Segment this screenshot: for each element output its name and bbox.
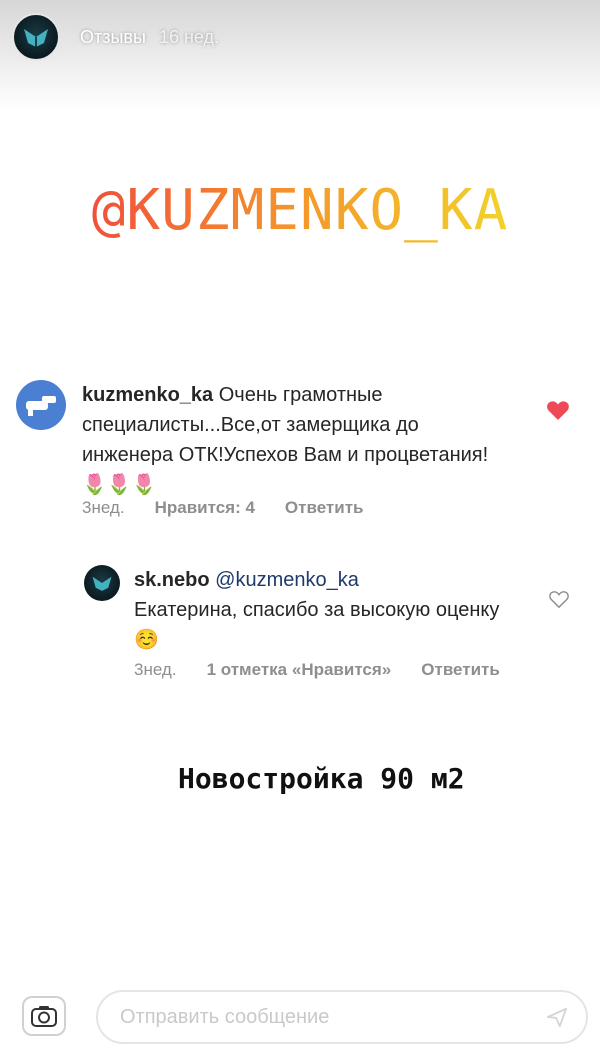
heart-filled-icon[interactable]	[546, 399, 570, 421]
reply-likes-button[interactable]: 1 отметка «Нравится»	[207, 660, 392, 680]
camera-icon	[31, 1006, 57, 1027]
reply-body: sk.nebo @kuzmenko_ka Екатерина, спасибо …	[134, 565, 504, 655]
message-input[interactable]	[96, 990, 588, 1044]
reply-time: 3нед.	[134, 660, 177, 679]
comment-likes-button[interactable]: Нравится: 4	[155, 498, 255, 518]
comment-username[interactable]: kuzmenko_ka	[82, 384, 213, 406]
reply-avatar[interactable]	[84, 565, 120, 601]
story-avatar[interactable]	[12, 13, 60, 61]
send-icon[interactable]	[546, 1006, 568, 1028]
reply-avatar-logo-icon	[92, 576, 112, 591]
comment-body: kuzmenko_ka Очень грамотные специалисты.…	[82, 380, 492, 500]
camera-button[interactable]	[22, 996, 66, 1036]
story-time: 16 нед.	[158, 26, 220, 47]
story-title: Отзывы 16 нед.	[80, 27, 219, 48]
story-avatar-logo-icon	[24, 29, 48, 47]
comment-reply-button[interactable]: Ответить	[285, 498, 364, 518]
reply-username[interactable]: sk.nebo	[134, 569, 210, 591]
handle-text: @KUZMENKO_KA	[91, 178, 509, 243]
reply-reply-button[interactable]: Ответить	[421, 660, 500, 680]
reply-mention[interactable]: @kuzmenko_ka	[215, 569, 359, 591]
story-header: Отзывы 16 нед.	[12, 12, 219, 62]
comment-meta: 3нед. Нравится: 4 Ответить	[82, 498, 393, 518]
handle-banner: @KUZMENKO_KA	[0, 178, 600, 243]
comment-avatar[interactable]	[16, 380, 66, 430]
story-title-text: Отзывы	[80, 26, 146, 47]
comment-avatar-icon	[26, 396, 56, 416]
comment-time: 3нед.	[82, 498, 125, 517]
reply-item: sk.nebo @kuzmenko_ka Екатерина, спасибо …	[84, 565, 534, 655]
story-caption: Новостройка 90 м2	[178, 762, 465, 795]
reply-text: Екатерина, спасибо за высокую оценку ☺️	[134, 599, 500, 651]
heart-outline-icon[interactable]	[548, 589, 570, 609]
reply-meta: 3нед. 1 отметка «Нравится» Ответить	[134, 660, 530, 680]
comment-item: kuzmenko_ka Очень грамотные специалисты.…	[16, 380, 536, 500]
